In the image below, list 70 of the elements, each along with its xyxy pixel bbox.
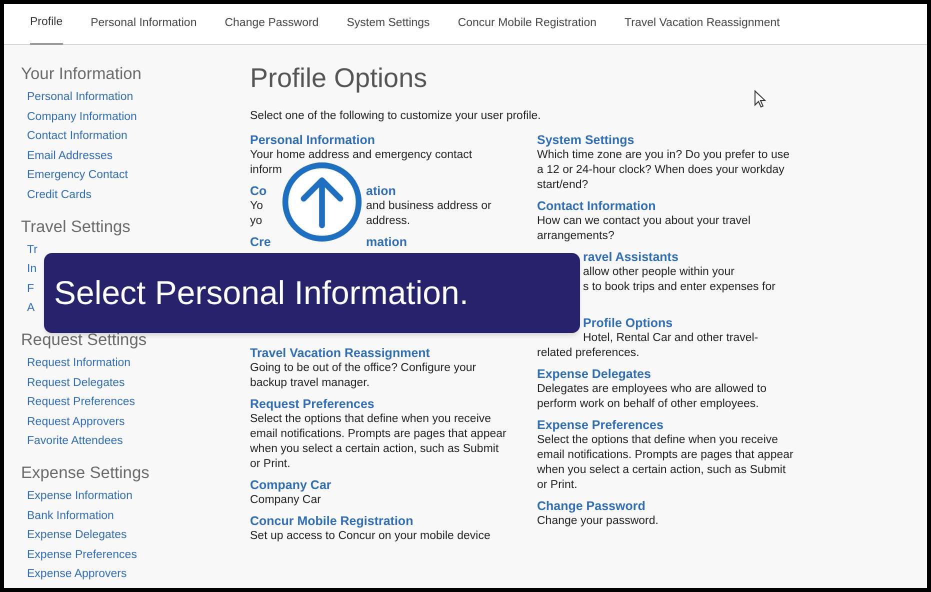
option-title[interactable]: Expense Preferences [537, 417, 795, 433]
sidebar-link[interactable]: Contact Information [27, 127, 128, 147]
tab[interactable]: Profile [30, 4, 63, 44]
option-title[interactable]: Company Car [250, 477, 508, 493]
sidebar-link[interactable]: Tr [27, 240, 38, 260]
option-description: Select the options that define when you receive email notifications. Prompts are pages that appear when you select a certain action, such as Submit or Print. [250, 412, 508, 472]
intro-text: Select one of the following to customize your user profile. [250, 109, 542, 124]
sidebar-link[interactable]: Bank Information [27, 506, 114, 526]
option-title[interactable]: System Settings [537, 132, 795, 148]
option-title[interactable]: Expense Delegates [537, 366, 795, 382]
sidebar-link[interactable]: Request Approvers [27, 412, 125, 432]
sidebar-link[interactable]: Credit Cards [27, 186, 92, 206]
sidebar-link[interactable]: Request Preferences [27, 393, 136, 413]
option-title[interactable]: Contact Information [537, 198, 795, 214]
option-description: s to book trips and enter expenses for [583, 280, 776, 295]
tab[interactable]: System Settings [346, 4, 430, 44]
option-title[interactable]: ravel Assistants [583, 249, 678, 265]
option-description: allow other people within your [583, 265, 735, 280]
sidebar-link[interactable]: Personal Information [27, 88, 134, 108]
instruction-text: Select Personal Information. [54, 273, 469, 314]
page-title: Profile Options [250, 62, 428, 95]
up-arrow-circle-icon [282, 162, 362, 242]
mouse-cursor-icon [754, 90, 766, 108]
option-description: yo [250, 214, 262, 229]
tab[interactable]: Personal Information [90, 4, 197, 44]
tab[interactable]: Concur Mobile Registration [458, 4, 597, 44]
sidebar-link[interactable]: Emergency Contact [27, 166, 128, 186]
option-title[interactable]: Change Password [537, 498, 795, 514]
option-description: Set up access to Concur on your mobile device [250, 529, 492, 544]
option-description: inform [250, 163, 282, 178]
option-description: related preferences. [537, 346, 640, 361]
option-title[interactable]: Travel Vacation Reassignment [250, 345, 508, 361]
section-heading: Expense Settings [21, 462, 150, 484]
sidebar-link[interactable]: In [27, 260, 37, 280]
sidebar-link[interactable]: Expense Approvers [27, 565, 127, 585]
option-title[interactable]: ation [366, 183, 396, 199]
option-description: Which time zone are you in? Do you prefer to use a 12 or 24-hour clock? When does your workday start/end? [537, 148, 790, 193]
sidebar-link[interactable]: F [27, 280, 34, 300]
option-description: Yo [250, 199, 264, 214]
option-description: Hotel, Rental Car and other travel- [583, 331, 758, 346]
option-title[interactable]: Profile Options [583, 315, 673, 331]
option-description: Change your password. [537, 514, 660, 529]
option-title[interactable]: Request Preferences [250, 396, 508, 412]
sidebar-link[interactable]: A [27, 299, 35, 319]
tab[interactable]: Travel Vacation Reassignment [624, 4, 780, 44]
tab[interactable]: Change Password [224, 4, 319, 44]
section-heading: Travel Settings [21, 216, 132, 238]
sidebar-link[interactable]: Request Information [27, 354, 131, 374]
option-description: Delegates are employees who are allowed to perform work on behalf of other employees. [537, 382, 768, 412]
sidebar-link[interactable]: Company Information [27, 108, 137, 128]
sidebar-link[interactable]: Request Delegates [27, 374, 125, 394]
option-title[interactable]: Cre [250, 234, 271, 250]
option-description: How can we contact you about your travel arrangements? [537, 214, 752, 244]
sidebar-link[interactable]: Expense Delegates [27, 526, 127, 546]
option-title[interactable]: Co [250, 183, 267, 199]
section-heading: Request Settings [21, 330, 148, 351]
option-title[interactable]: Concur Mobile Registration [250, 513, 508, 529]
option-description: and business address or [366, 199, 492, 214]
option-title[interactable]: Personal Information [250, 132, 376, 148]
option-description: Select the options that define when you receive email notifications. Prompts are pages that appear when you select a certain action, such as Submit or Print. [537, 433, 794, 493]
option-title[interactable]: mation [366, 234, 407, 250]
sidebar-link[interactable]: Email Addresses [27, 146, 113, 166]
option-description: Your home address and emergency contact [250, 148, 472, 163]
option-description: Going to be out of the office? Configure your backup travel manager. [250, 361, 478, 391]
sidebar-link[interactable]: Expense Information [27, 486, 132, 506]
section-heading: Your Information [21, 64, 142, 85]
option-description: Company Car [250, 493, 322, 508]
sidebar-link[interactable]: Expense Preferences [27, 546, 137, 566]
option-description: address. [366, 214, 410, 229]
sidebar-link[interactable]: Favorite Attendees [27, 432, 123, 452]
